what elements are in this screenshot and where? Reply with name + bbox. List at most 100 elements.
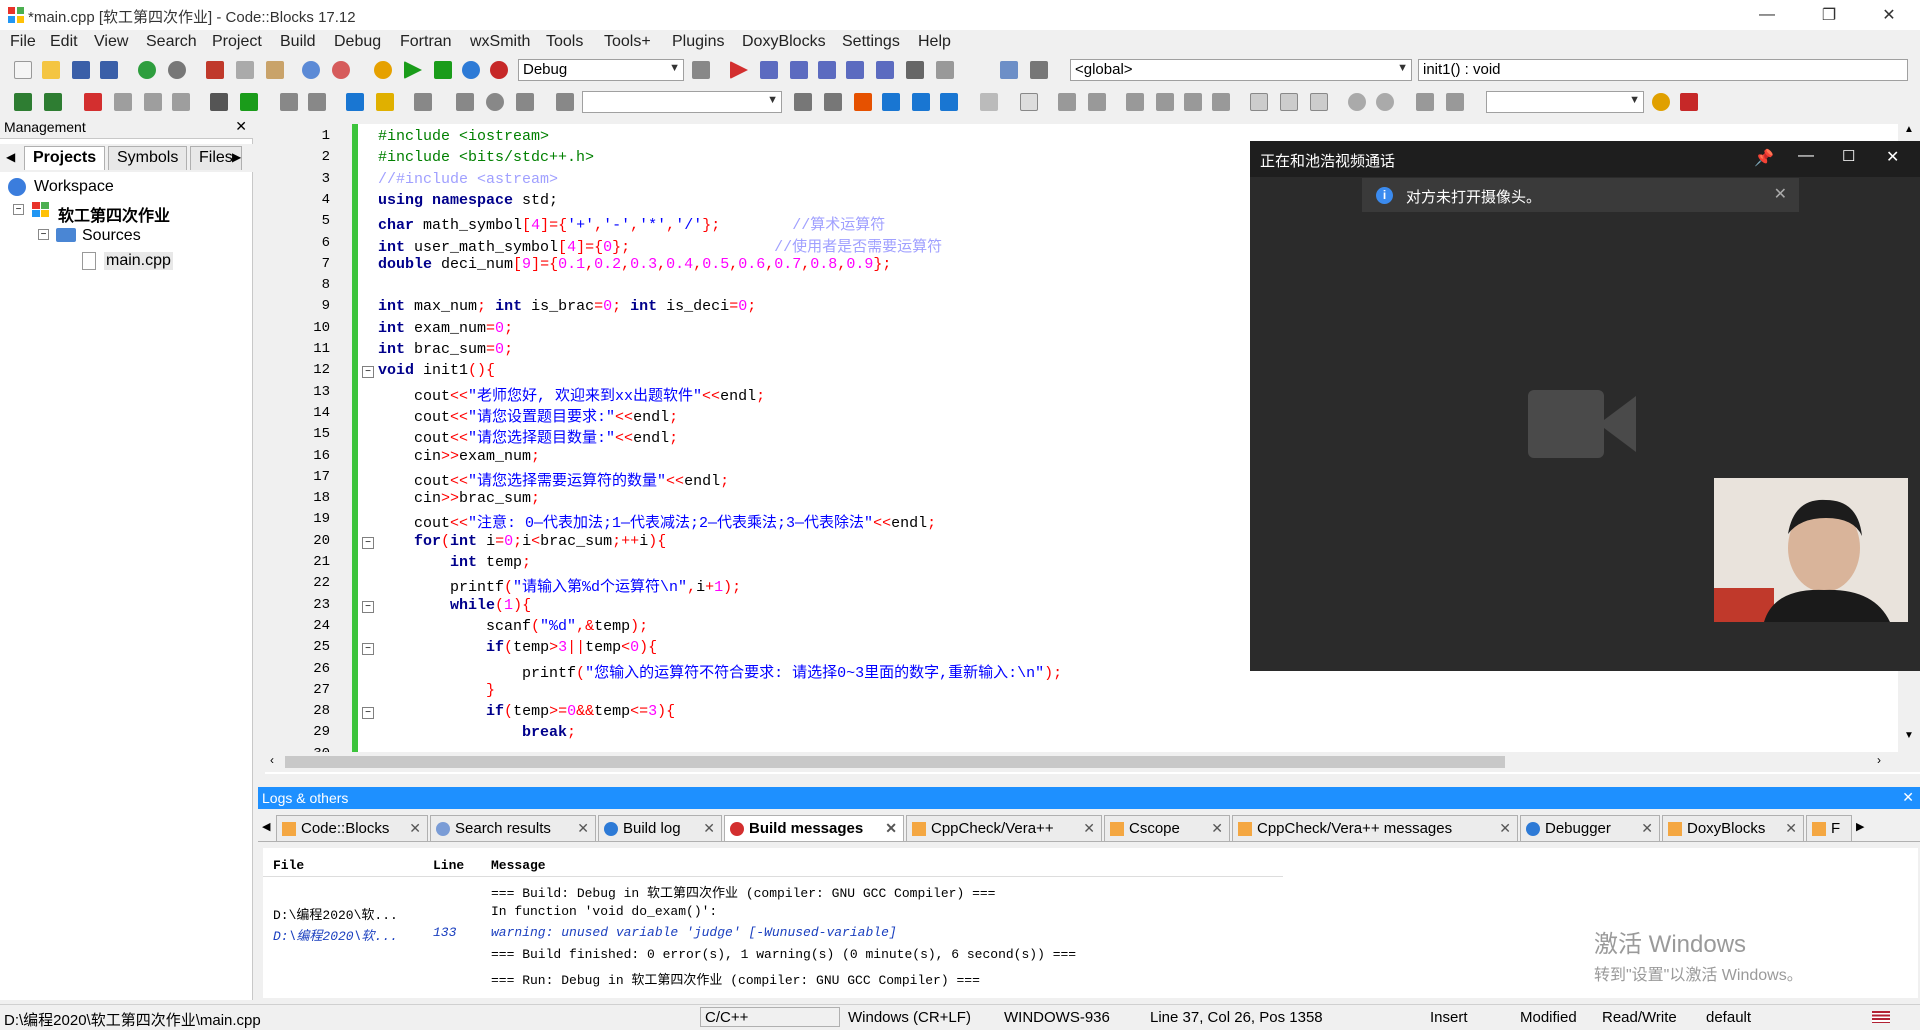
- expand-icon[interactable]: −: [13, 204, 24, 215]
- code-line[interactable]: int brac_sum=0;: [378, 341, 513, 358]
- tree-sources[interactable]: Sources: [82, 227, 141, 245]
- code-completion-combo[interactable]: ▼: [1486, 91, 1644, 113]
- code-line[interactable]: scanf("%d",&temp);: [378, 618, 648, 635]
- chm-icon[interactable]: [376, 93, 394, 111]
- tree-main-cpp[interactable]: main.cpp: [104, 252, 173, 270]
- html-icon[interactable]: [346, 93, 364, 111]
- build-gear-icon[interactable]: [374, 61, 392, 79]
- code-line[interactable]: printf("请输入第%d个运算符\n",i+1);: [378, 575, 741, 596]
- doxy-comment-icon[interactable]: [280, 93, 298, 111]
- line-number[interactable]: 29: [265, 724, 330, 740]
- chevron-down-icon[interactable]: ▼: [1904, 730, 1914, 741]
- regex-toggle-icon[interactable]: [940, 93, 958, 111]
- break-debugger-icon[interactable]: [906, 61, 924, 79]
- line-number[interactable]: 26: [265, 661, 330, 677]
- code-line[interactable]: int max_num; int is_brac=0; int is_deci=…: [378, 298, 756, 315]
- log-row-file[interactable]: D:\编程2020\软...: [273, 904, 398, 923]
- layout-v-icon[interactable]: [1156, 93, 1174, 111]
- save-all-icon[interactable]: [100, 61, 118, 79]
- close-icon[interactable]: ✕: [1499, 820, 1511, 837]
- line-number[interactable]: 15: [265, 426, 330, 442]
- chevron-right-icon[interactable]: ▶: [232, 150, 241, 164]
- copy-icon[interactable]: [236, 61, 254, 79]
- undo-icon[interactable]: [138, 61, 156, 79]
- symbol-select[interactable]: init1() : void: [1418, 59, 1908, 81]
- line-number[interactable]: 23: [265, 597, 330, 613]
- save-icon[interactable]: [72, 61, 90, 79]
- log-row-line[interactable]: 133: [433, 925, 456, 940]
- code-line[interactable]: #include <bits/stdc++.h>: [378, 149, 594, 166]
- find-next-icon[interactable]: [824, 93, 842, 111]
- new-file-icon[interactable]: [14, 61, 32, 79]
- code-line[interactable]: cout<<"老师您好, 欢迎来到xx出题软件"<<endl;: [378, 384, 765, 405]
- log-row-message[interactable]: === Build: Debug in 软工第四次作业 (compiler: G…: [491, 882, 995, 901]
- toggle-bookmark-icon[interactable]: [84, 93, 102, 111]
- fold-toggle-icon[interactable]: −: [362, 366, 374, 379]
- menu-debug[interactable]: Debug: [334, 33, 381, 51]
- code-line[interactable]: cout<<"请您选择需要运算符的数量"<<endl;: [378, 469, 729, 490]
- tab-doxyblocks[interactable]: DoxyBlocks ✕: [1662, 815, 1804, 841]
- step-into-icon[interactable]: [818, 61, 836, 79]
- close-icon[interactable]: ✕: [235, 118, 247, 135]
- line-number[interactable]: 6: [265, 235, 330, 251]
- close-icon[interactable]: ✕: [1083, 820, 1095, 837]
- build-target-select[interactable]: Debug ▼: [518, 59, 684, 81]
- paste-icon[interactable]: [266, 61, 284, 79]
- close-button[interactable]: ✕: [1866, 0, 1912, 30]
- line-number[interactable]: 14: [265, 405, 330, 421]
- find-icon[interactable]: [302, 61, 320, 79]
- code-line[interactable]: using namespace std;: [378, 192, 558, 209]
- next-instruction-icon[interactable]: [876, 61, 894, 79]
- menu-file[interactable]: File: [10, 33, 36, 51]
- scope-select[interactable]: <global> ▼: [1070, 59, 1412, 81]
- log-row-message[interactable]: In function 'void do_exam()':: [491, 904, 717, 919]
- line-number[interactable]: 17: [265, 469, 330, 485]
- rebuild-icon[interactable]: [462, 61, 480, 79]
- text-icon[interactable]: [1088, 93, 1106, 111]
- image-icon[interactable]: [1058, 93, 1076, 111]
- chevron-right-icon[interactable]: ›: [1877, 753, 1881, 767]
- line-number[interactable]: 4: [265, 192, 330, 208]
- code-line[interactable]: if(temp>=0&&temp<=3){: [378, 703, 675, 720]
- tab-cppcheck-messages[interactable]: CppCheck/Vera++ messages ✕: [1232, 815, 1518, 841]
- clear-bookmarks-icon[interactable]: [172, 93, 190, 111]
- stop-debugger-icon[interactable]: [936, 61, 954, 79]
- log-row-warning[interactable]: warning: unused variable 'judge' [-Wunus…: [491, 925, 897, 940]
- chevron-left-icon[interactable]: ◀: [6, 150, 15, 164]
- run-to-cursor-icon[interactable]: [760, 61, 778, 79]
- menu-plugins[interactable]: Plugins: [672, 33, 724, 51]
- line-number[interactable]: 9: [265, 298, 330, 314]
- line-number[interactable]: 11: [265, 341, 330, 357]
- line-number[interactable]: 16: [265, 448, 330, 464]
- step-out-icon[interactable]: [846, 61, 864, 79]
- self-camera-preview[interactable]: [1714, 478, 1908, 622]
- code-line[interactable]: cout<<"请您选择题目数量:"<<endl;: [378, 426, 678, 447]
- close-icon[interactable]: ✕: [1641, 820, 1653, 837]
- settings-icon[interactable]: [414, 93, 432, 111]
- minimize-button[interactable]: —: [1744, 0, 1790, 30]
- code-line[interactable]: void init1(){: [378, 362, 495, 379]
- line-number[interactable]: 22: [265, 575, 330, 591]
- line-number[interactable]: 19: [265, 511, 330, 527]
- tab-projects[interactable]: Projects: [24, 146, 106, 170]
- symbol-c-icon[interactable]: [1446, 93, 1464, 111]
- chevron-left-icon[interactable]: ◀: [262, 820, 270, 833]
- scrollbar-thumb[interactable]: [285, 756, 1505, 768]
- menu-tools[interactable]: Tools: [546, 33, 583, 51]
- menu-help[interactable]: Help: [918, 33, 951, 51]
- code-line[interactable]: }: [378, 682, 495, 699]
- symbol-s-icon[interactable]: [1416, 93, 1434, 111]
- debug-start-icon[interactable]: [730, 61, 748, 79]
- line-number[interactable]: 5: [265, 213, 330, 229]
- line-number[interactable]: 12: [265, 362, 330, 378]
- highlight-icon[interactable]: [210, 93, 228, 111]
- code-line[interactable]: cin>>brac_sum;: [378, 490, 540, 507]
- fold-toggle-icon[interactable]: −: [362, 536, 374, 549]
- search-combo[interactable]: ▼: [582, 91, 782, 113]
- line-number[interactable]: 25: [265, 639, 330, 655]
- find-prev-icon[interactable]: [794, 93, 812, 111]
- log-row-message[interactable]: === Build finished: 0 error(s), 1 warnin…: [491, 947, 1076, 962]
- tab-search-results[interactable]: Search results ✕: [430, 815, 596, 841]
- close-icon[interactable]: ✕: [1774, 184, 1787, 204]
- expand-icon[interactable]: −: [38, 229, 49, 240]
